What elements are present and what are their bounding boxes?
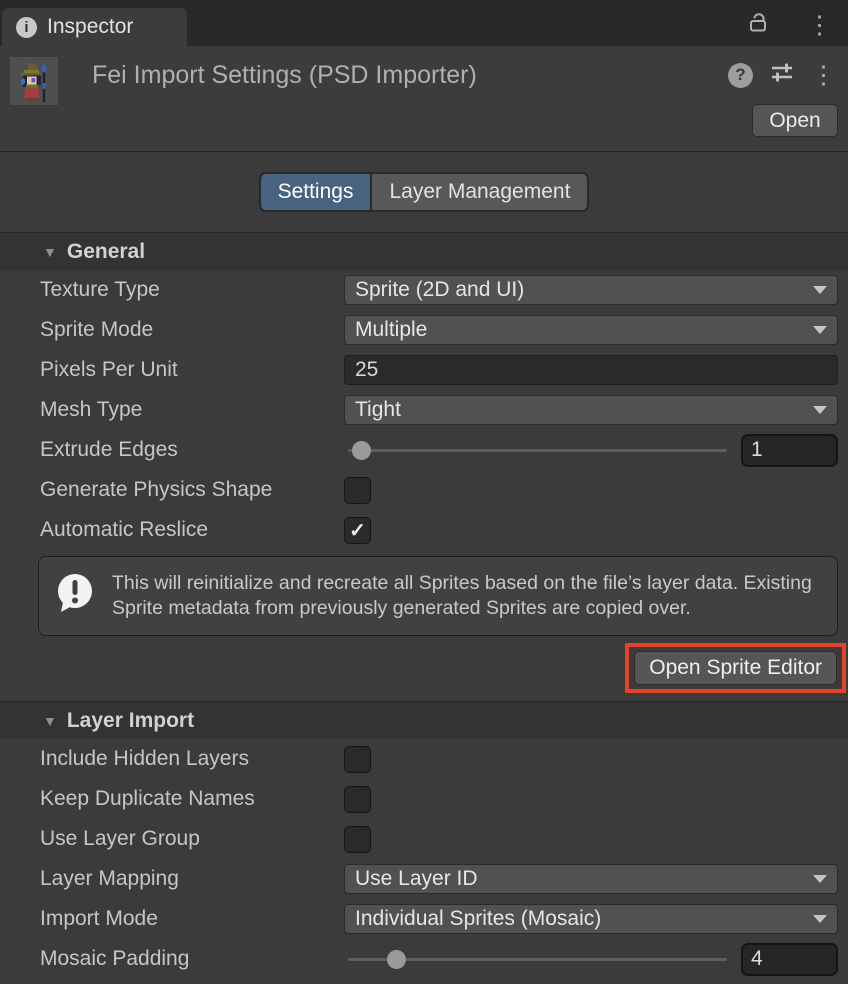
dropdown-arrow-icon — [813, 326, 827, 334]
row-mosaic-padding: Mosaic Padding — [0, 939, 848, 979]
layer-mapping-dropdown[interactable]: Use Layer ID — [344, 864, 838, 894]
dropdown-value: Use Layer ID — [355, 867, 478, 891]
asset-thumbnail — [10, 57, 58, 105]
row-generate-physics-shape: Generate Physics Shape — [0, 470, 848, 510]
extrude-edges-input[interactable] — [741, 434, 838, 467]
tab-settings[interactable]: Settings — [261, 174, 371, 210]
sprite-mode-dropdown[interactable]: Multiple — [344, 315, 838, 345]
field-label: Mosaic Padding — [40, 947, 344, 971]
import-mode-dropdown[interactable]: Individual Sprites (Mosaic) — [344, 904, 838, 934]
dropdown-value: Sprite (2D and UI) — [355, 278, 524, 302]
use-layer-group-checkbox[interactable] — [344, 826, 371, 853]
window-tab-strip: i Inspector ⋮ — [0, 0, 848, 46]
mesh-type-dropdown[interactable]: Tight — [344, 395, 838, 425]
highlight-rectangle: Open Sprite Editor — [625, 643, 846, 693]
field-label: Import Mode — [40, 907, 344, 931]
tab-inspector-label: Inspector — [47, 15, 133, 39]
help-circle-icon[interactable]: ? — [728, 63, 753, 88]
open-button[interactable]: Open — [752, 104, 838, 137]
field-label: Include Hidden Layers — [40, 747, 344, 771]
check-icon: ✓ — [349, 518, 366, 543]
slider-handle[interactable] — [352, 441, 371, 460]
importer-header: Fei Import Settings (PSD Importer) ? ⋮ O… — [0, 46, 848, 152]
generate-physics-shape-checkbox[interactable] — [344, 477, 371, 504]
speech-bubble-exclamation-icon — [51, 569, 99, 623]
tab-inspector[interactable]: i Inspector — [2, 8, 187, 46]
foldout-arrow-icon: ▼ — [43, 244, 57, 260]
row-automatic-reslice: Automatic Reslice ✓ — [0, 510, 848, 550]
section-header-layer-import[interactable]: ▼ Layer Import — [0, 701, 848, 739]
row-texture-type: Texture Type Sprite (2D and UI) — [0, 270, 848, 310]
dropdown-arrow-icon — [813, 875, 827, 883]
row-layer-mapping: Layer Mapping Use Layer ID — [0, 859, 848, 899]
row-pixels-per-unit: Pixels Per Unit — [0, 350, 848, 390]
section-header-general[interactable]: ▼ General — [0, 232, 848, 270]
reslice-info-box: This will reinitialize and recreate all … — [38, 556, 838, 636]
section-title: Layer Import — [67, 709, 194, 733]
row-mesh-type: Mesh Type Tight — [0, 390, 848, 430]
row-include-hidden-layers: Include Hidden Layers — [0, 739, 848, 779]
open-sprite-editor-button[interactable]: Open Sprite Editor — [634, 651, 837, 685]
importer-tab-bar: Settings Layer Management — [0, 152, 848, 232]
keep-duplicate-names-checkbox[interactable] — [344, 786, 371, 813]
field-label: Texture Type — [40, 278, 344, 302]
row-import-mode: Import Mode Individual Sprites (Mosaic) — [0, 899, 848, 939]
open-sprite-editor-row: Open Sprite Editor — [0, 643, 848, 693]
field-label: Automatic Reslice — [40, 518, 344, 542]
slider-track — [348, 449, 727, 452]
info-circle-icon: i — [16, 17, 37, 38]
field-label: Keep Duplicate Names — [40, 787, 344, 811]
row-use-layer-group: Use Layer Group — [0, 819, 848, 859]
automatic-reslice-checkbox[interactable]: ✓ — [344, 517, 371, 544]
foldout-arrow-icon: ▼ — [43, 713, 57, 729]
dropdown-arrow-icon — [813, 286, 827, 294]
field-label: Generate Physics Shape — [40, 478, 344, 502]
info-message: This will reinitialize and recreate all … — [112, 571, 823, 622]
mosaic-padding-input[interactable] — [741, 943, 838, 976]
tab-layer-management[interactable]: Layer Management — [370, 174, 587, 210]
field-label: Pixels Per Unit — [40, 358, 344, 382]
field-label: Sprite Mode — [40, 318, 344, 342]
row-sprite-mode: Sprite Mode Multiple — [0, 310, 848, 350]
fei-character-sprite — [10, 57, 58, 105]
unlock-icon[interactable] — [747, 10, 769, 40]
field-label: Extrude Edges — [40, 438, 344, 462]
dropdown-value: Tight — [355, 398, 401, 422]
row-extrude-edges: Extrude Edges — [0, 430, 848, 470]
extrude-edges-slider[interactable] — [344, 435, 731, 465]
inspector-window: i Inspector ⋮ — [0, 0, 848, 984]
page-title: Fei Import Settings (PSD Importer) — [92, 61, 477, 90]
kebab-menu-icon[interactable]: ⋮ — [807, 13, 832, 38]
pixels-per-unit-input[interactable] — [344, 355, 838, 385]
field-label: Layer Mapping — [40, 867, 344, 891]
dropdown-value: Multiple — [355, 318, 427, 342]
kebab-menu-icon[interactable]: ⋮ — [811, 63, 836, 88]
texture-type-dropdown[interactable]: Sprite (2D and UI) — [344, 275, 838, 305]
field-label: Mesh Type — [40, 398, 344, 422]
mosaic-padding-slider[interactable] — [344, 944, 731, 974]
dropdown-arrow-icon — [813, 406, 827, 414]
include-hidden-layers-checkbox[interactable] — [344, 746, 371, 773]
dropdown-arrow-icon — [813, 915, 827, 923]
field-label: Use Layer Group — [40, 827, 344, 851]
section-title: General — [67, 240, 145, 264]
row-keep-duplicate-names: Keep Duplicate Names — [0, 779, 848, 819]
presets-sliders-icon[interactable] — [769, 59, 795, 91]
slider-handle[interactable] — [387, 950, 406, 969]
dropdown-value: Individual Sprites (Mosaic) — [355, 907, 601, 931]
